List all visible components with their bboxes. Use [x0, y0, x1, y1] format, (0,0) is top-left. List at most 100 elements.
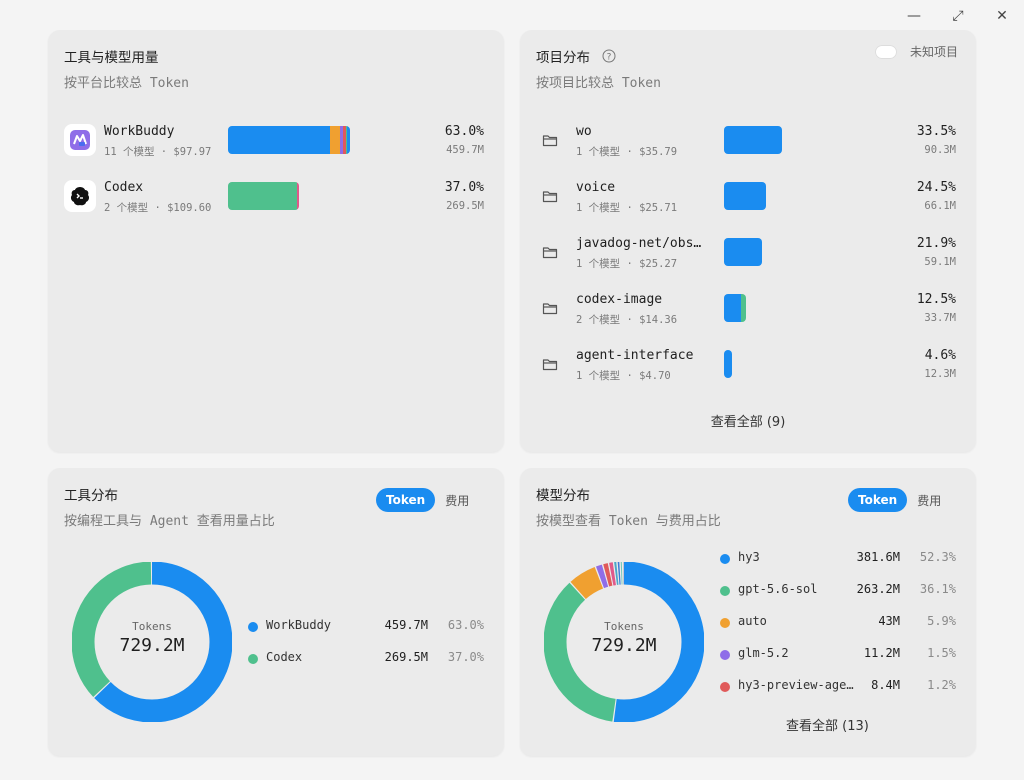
- platform-row-workbuddy[interactable]: WorkBuddy 11 个模型 · $97.97 63.0% 459.7M: [48, 124, 504, 168]
- row-name: javadog-net/obs…: [576, 236, 702, 251]
- usage-bar: [724, 182, 767, 210]
- card-title: 项目分布: [536, 50, 590, 66]
- card-title: 工具与模型用量: [64, 50, 159, 66]
- row-percent: 33.5%: [916, 124, 956, 139]
- row-meta: 11 个模型 · $97.97: [104, 146, 212, 158]
- project-row[interactable]: javadog-net/obs… 1 个模型 · $25.27 21.9% 59.1M: [520, 236, 976, 280]
- folder-icon: [542, 247, 558, 259]
- bar-segment: [228, 182, 298, 210]
- close-button[interactable]: ✕: [988, 4, 1016, 28]
- legend-value: 269.5M: [384, 650, 428, 664]
- legend-percent: 52.3%: [919, 550, 956, 564]
- cost-tab[interactable]: 费用: [907, 488, 951, 512]
- tool-usage-card: 工具与模型用量 按平台比较总 Token WorkBuddy 11 个模型 · …: [48, 30, 504, 452]
- project-row[interactable]: wo 1 个模型 · $35.79 33.5% 90.3M: [520, 124, 976, 168]
- legend-name: WorkBuddy: [266, 618, 332, 632]
- row-name: Codex: [104, 180, 144, 195]
- svg-text:?: ?: [607, 53, 612, 63]
- legend-name: auto: [738, 614, 767, 628]
- workbuddy-icon: [64, 124, 96, 156]
- bar-segment: [724, 350, 732, 378]
- row-name: agent-interface: [576, 348, 694, 363]
- cost-tab[interactable]: 费用: [435, 488, 479, 512]
- legend-swatch: [720, 586, 730, 596]
- model-distribution-card: 模型分布 按模型查看 Token 与费用占比 Token 费用 Tokens 7…: [520, 468, 976, 756]
- unknown-project-toggle[interactable]: [875, 45, 897, 59]
- usage-bar: [228, 126, 350, 154]
- view-all-projects-link[interactable]: 查看全部 (9): [520, 411, 976, 430]
- row-amount: 59.1M: [924, 256, 956, 268]
- row-name: wo: [576, 124, 592, 139]
- usage-bar: [724, 238, 762, 266]
- project-row[interactable]: agent-interface 1 个模型 · $4.70 4.6% 12.3M: [520, 348, 976, 392]
- row-amount: 459.7M: [446, 144, 484, 156]
- legend-name: glm-5.2: [738, 646, 789, 660]
- card-subtitle: 按平台比较总 Token: [64, 76, 189, 91]
- row-meta: 1 个模型 · $4.70: [576, 370, 671, 382]
- row-name: WorkBuddy: [104, 124, 175, 139]
- row-amount: 33.7M: [924, 312, 956, 324]
- card-title: 工具分布: [64, 488, 118, 504]
- legend-percent: 63.0%: [447, 618, 484, 632]
- legend-value: 459.7M: [384, 618, 428, 632]
- row-amount: 66.1M: [924, 200, 956, 212]
- legend-item: auto 43M 5.9%: [720, 614, 956, 634]
- row-percent: 12.5%: [916, 292, 956, 307]
- row-amount: 12.3M: [924, 368, 956, 380]
- row-name: codex-image: [576, 292, 663, 307]
- minimize-button[interactable]: —: [900, 4, 928, 28]
- bar-segment: [741, 294, 746, 322]
- bar-segment: [724, 182, 767, 210]
- row-meta: 1 个模型 · $25.27: [576, 258, 678, 270]
- row-meta: 2 个模型 · $109.60: [104, 202, 212, 214]
- folder-icon: [542, 135, 558, 147]
- donut-center-caption: Tokens: [132, 620, 172, 633]
- view-all-models-link[interactable]: 查看全部 (13): [786, 715, 869, 734]
- row-amount: 90.3M: [924, 144, 956, 156]
- legend-value: 263.2M: [856, 582, 900, 596]
- legend-swatch: [720, 682, 730, 692]
- row-amount: 269.5M: [446, 200, 484, 212]
- project-row[interactable]: voice 1 个模型 · $25.71 24.5% 66.1M: [520, 180, 976, 224]
- legend-swatch: [720, 554, 730, 564]
- legend-swatch: [720, 618, 730, 628]
- donut-center-caption: Tokens: [604, 620, 644, 633]
- folder-icon: [542, 359, 558, 371]
- token-tab[interactable]: Token: [376, 488, 436, 512]
- legend-swatch: [720, 650, 730, 660]
- legend-name: gpt-5.6-sol: [738, 582, 818, 596]
- row-name: voice: [576, 180, 616, 195]
- row-meta: 2 个模型 · $14.36: [576, 314, 678, 326]
- bar-segment: [724, 294, 742, 322]
- bar-segment: [297, 182, 300, 210]
- codex-icon: [64, 180, 96, 212]
- tool-distribution-card: 工具分布 按编程工具与 Agent 查看用量占比 Token 费用 Tokens…: [48, 468, 504, 756]
- legend-value: 11.2M: [863, 646, 900, 660]
- donut-center-label: Tokens 729.2M: [72, 620, 232, 656]
- card-subtitle: 按项目比较总 Token: [536, 76, 661, 91]
- row-meta: 1 个模型 · $25.71: [576, 202, 678, 214]
- close-icon: ✕: [996, 8, 1008, 24]
- question-circle-icon[interactable]: ?: [602, 49, 616, 63]
- donut-center-label: Tokens 729.2M: [544, 620, 704, 656]
- legend-percent: 1.5%: [927, 646, 956, 660]
- legend-item: hy3 381.6M 52.3%: [720, 550, 956, 570]
- legend-swatch: [248, 622, 258, 632]
- folder-icon: [542, 191, 558, 203]
- legend-item: hy3-preview-age… 8.4M 1.2%: [720, 678, 956, 698]
- platform-row-codex[interactable]: Codex 2 个模型 · $109.60 37.0% 269.5M: [48, 180, 504, 224]
- maximize-button[interactable]: ⤢: [944, 4, 972, 28]
- toggle-label: 未知项目: [910, 45, 959, 59]
- usage-bar: [724, 126, 782, 154]
- legend-value: 43M: [878, 614, 900, 628]
- token-tab[interactable]: Token: [848, 488, 908, 512]
- project-row[interactable]: codex-image 2 个模型 · $14.36 12.5% 33.7M: [520, 292, 976, 336]
- legend-swatch: [248, 654, 258, 664]
- donut-center-value: 729.2M: [119, 635, 185, 656]
- legend-value: 8.4M: [871, 678, 900, 692]
- legend-name: hy3: [738, 550, 760, 564]
- legend-name: Codex: [266, 650, 303, 664]
- bar-segment: [724, 238, 762, 266]
- bar-segment: [228, 126, 330, 154]
- project-distribution-card: 项目分布 ? 未知项目 按项目比较总 Token wo 1 个模型 · $35.7…: [520, 30, 976, 452]
